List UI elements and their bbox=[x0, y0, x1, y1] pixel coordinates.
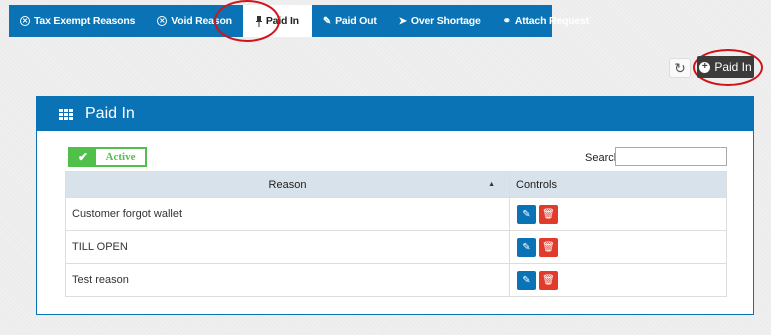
check-icon: ✔ bbox=[70, 149, 96, 165]
tab-label: Paid Out bbox=[335, 15, 377, 27]
table-icon bbox=[59, 108, 73, 120]
edit-button[interactable]: ✎ bbox=[517, 237, 536, 257]
reason-cell: Customer forgot wallet bbox=[65, 197, 510, 231]
controls-cell: ✎ 🗑 bbox=[509, 230, 727, 264]
circle-x-icon: ✕ bbox=[20, 16, 30, 26]
trash-icon: 🗑 bbox=[542, 241, 555, 253]
tab-label: Paid In bbox=[265, 15, 299, 27]
add-paid-in-button[interactable]: + Paid In bbox=[697, 56, 754, 78]
pencil-icon: ✎ bbox=[522, 241, 531, 253]
table-row: TILL OPEN ✎ 🗑 bbox=[65, 230, 727, 264]
tab-label: Over Shortage bbox=[410, 15, 481, 27]
column-header-controls: Controls bbox=[509, 171, 727, 198]
refresh-icon: ↻ bbox=[674, 59, 686, 76]
pencil-icon: ✎ bbox=[322, 15, 332, 27]
controls-cell: ✎ 🗑 bbox=[509, 197, 727, 231]
add-button-label: Paid In bbox=[714, 60, 752, 74]
edit-button[interactable]: ✎ bbox=[517, 204, 536, 224]
edit-button[interactable]: ✎ bbox=[517, 270, 536, 290]
plus-circle-icon: + bbox=[699, 61, 711, 73]
tab-attach-request[interactable]: ⚭ Attach Request bbox=[492, 5, 600, 37]
controls-cell: ✎ 🗑 bbox=[509, 263, 727, 297]
tab-tax-exempt-reasons[interactable]: ✕ Tax Exempt Reasons bbox=[9, 5, 146, 37]
pencil-icon: ✎ bbox=[522, 274, 531, 286]
link-icon: ⚭ bbox=[502, 15, 511, 27]
tab-label: Attach Request bbox=[514, 15, 590, 27]
tab-bar: ✕ Tax Exempt Reasons ✕ Void Reason Paid … bbox=[9, 5, 589, 37]
tag-icon: ➤ bbox=[398, 15, 407, 27]
delete-button[interactable]: 🗑 bbox=[539, 204, 558, 224]
sort-asc-icon: ▲ bbox=[488, 181, 495, 188]
trash-icon: 🗑 bbox=[542, 208, 555, 220]
search-input[interactable] bbox=[615, 147, 727, 166]
panel-title: Paid In bbox=[85, 105, 135, 122]
paid-in-panel: Paid In ✔ Active Search Reason ▲ Control… bbox=[36, 96, 754, 315]
tab-paid-in[interactable]: Paid In bbox=[242, 5, 312, 37]
active-toggle[interactable]: ✔ Active bbox=[68, 147, 147, 167]
column-header-label: Reason bbox=[268, 178, 307, 191]
active-label: Active bbox=[105, 151, 136, 163]
column-header-reason[interactable]: Reason ▲ bbox=[65, 171, 510, 198]
reason-cell: Test reason bbox=[65, 263, 510, 297]
reasons-table: Reason ▲ Controls Customer forgot wallet… bbox=[65, 171, 727, 297]
table-row: Customer forgot wallet ✎ 🗑 bbox=[65, 197, 727, 231]
delete-button[interactable]: 🗑 bbox=[539, 270, 558, 290]
column-header-label: Controls bbox=[516, 178, 557, 191]
trash-icon: 🗑 bbox=[542, 274, 555, 286]
refresh-button[interactable]: ↻ bbox=[669, 58, 691, 78]
panel-header: Paid In bbox=[37, 97, 753, 131]
delete-button[interactable]: 🗑 bbox=[539, 237, 558, 257]
tab-over-shortage[interactable]: ➤ Over Shortage bbox=[388, 5, 492, 37]
pin-icon bbox=[255, 15, 262, 27]
circle-x-icon: ✕ bbox=[157, 16, 168, 26]
table-header-row: Reason ▲ Controls bbox=[65, 171, 727, 198]
table-row: Test reason ✎ 🗑 bbox=[65, 263, 727, 297]
tab-label: Void Reason bbox=[171, 15, 232, 27]
tab-paid-out[interactable]: ✎ Paid Out bbox=[312, 5, 388, 37]
pencil-icon: ✎ bbox=[522, 208, 531, 220]
tab-label: Tax Exempt Reasons bbox=[34, 15, 136, 27]
reason-cell: TILL OPEN bbox=[65, 230, 510, 264]
tab-void-reason[interactable]: ✕ Void Reason bbox=[146, 5, 243, 37]
